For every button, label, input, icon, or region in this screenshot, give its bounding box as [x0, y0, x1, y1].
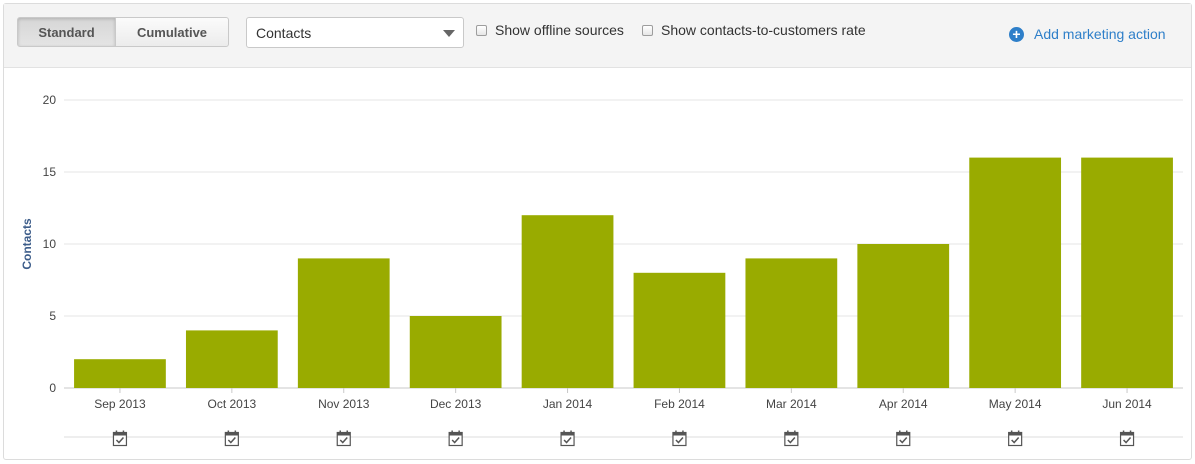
bar: [409, 316, 502, 388]
bar: [969, 157, 1062, 388]
calendar-check-icon[interactable]: [1119, 430, 1135, 447]
calendar-check-icon[interactable]: [224, 430, 239, 447]
x-tick-label: Feb 2014: [654, 397, 705, 411]
bar: [297, 258, 390, 388]
bar-chart: 0 5 10 15 20 Contacts Sep 2013 Oct 2013 Nov 2013…: [20, 93, 1183, 447]
y-tick-label: 0: [49, 381, 56, 395]
bar: [521, 215, 614, 388]
bar: [74, 359, 166, 388]
calendar-check-icon[interactable]: [1008, 430, 1023, 447]
y-tick-label: 10: [43, 237, 57, 251]
y-axis-title: Contacts: [20, 218, 34, 270]
bar: [633, 272, 726, 388]
bar: [857, 244, 950, 388]
bar: [745, 258, 838, 388]
calendar-check-icon[interactable]: [112, 430, 128, 447]
calendar-check-icon[interactable]: [448, 430, 463, 447]
calendar-check-icon[interactable]: [896, 430, 911, 447]
calendar-check-icon[interactable]: [672, 430, 687, 447]
x-tick-label: May 2014: [989, 397, 1042, 411]
bar: [1081, 157, 1173, 388]
y-tick-label: 15: [43, 165, 57, 179]
x-tick-label: Apr 2014: [879, 397, 928, 411]
x-tick-label: Jun 2014: [1102, 397, 1152, 411]
y-tick-label: 20: [43, 93, 57, 107]
x-tick-label: Dec 2013: [430, 397, 482, 411]
x-tick-label: Sep 2013: [94, 397, 146, 411]
x-tick-label: Jan 2014: [543, 397, 593, 411]
calendar-check-icon[interactable]: [560, 430, 575, 447]
y-tick-label: 5: [49, 309, 56, 323]
x-tick-label: Oct 2013: [207, 397, 256, 411]
calendar-check-icon[interactable]: [784, 430, 799, 447]
x-tick-label: Nov 2013: [318, 397, 370, 411]
x-tick-label: Mar 2014: [766, 397, 817, 411]
calendar-check-icon[interactable]: [336, 430, 351, 447]
bar: [185, 330, 278, 388]
